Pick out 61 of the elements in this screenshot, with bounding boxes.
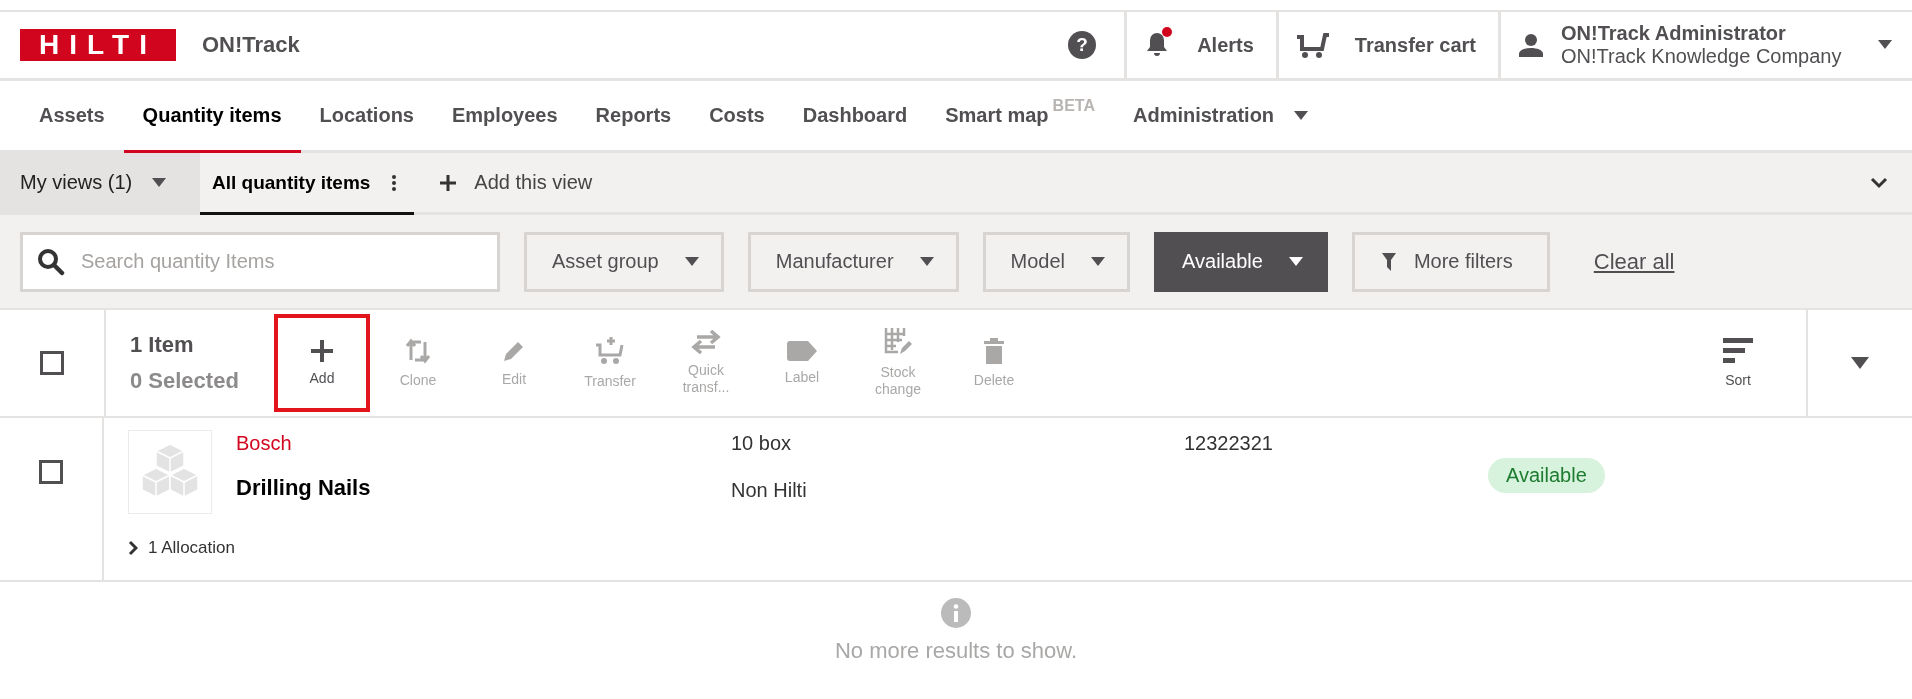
user-name: ON!Track Administrator — [1561, 22, 1787, 45]
app-name: ON!Track — [202, 32, 300, 58]
more-icon — [392, 173, 397, 192]
caret-icon — [919, 256, 934, 267]
plus-icon — [311, 339, 333, 362]
filter-dropdown[interactable]: Model — [982, 231, 1131, 292]
info-icon — [941, 598, 971, 628]
trash-icon — [984, 337, 1004, 364]
tag-icon — [787, 340, 817, 361]
selected-count: 0 Selected — [130, 368, 240, 394]
nav-tab[interactable]: Costs — [690, 81, 784, 153]
caret-icon[interactable] — [1851, 356, 1869, 370]
crop-arrows-icon — [405, 337, 431, 364]
sort-button[interactable]: Sort — [1690, 310, 1786, 416]
filter-dropdown[interactable]: Manufacturer — [747, 231, 959, 292]
no-results-message: No more results to show. — [834, 638, 1078, 664]
cart-icon — [1294, 31, 1331, 59]
caret-icon — [1091, 256, 1106, 267]
caret-icon[interactable] — [1878, 40, 1892, 50]
my-views-dropdown[interactable]: My views (1) — [0, 153, 200, 212]
item-count: 1 Item — [130, 332, 195, 358]
nav-tab[interactable]: Locations — [300, 81, 433, 153]
grid-pencil-icon — [884, 328, 912, 357]
clear-all-link[interactable]: Clear all — [1593, 248, 1675, 275]
nav-tab[interactable]: Reports — [576, 81, 691, 153]
allocation-toggle[interactable]: 1 Allocation — [128, 538, 235, 558]
caret-icon — [1288, 256, 1303, 267]
brand-text: Non Hilti — [731, 479, 808, 502]
caret-icon — [152, 177, 167, 188]
add-view-button[interactable]: Add this view — [440, 153, 593, 212]
filter-dropdown[interactable]: Asset group — [524, 231, 724, 292]
select-all-checkbox[interactable] — [40, 351, 64, 375]
nav-tab[interactable]: Dashboard — [783, 81, 927, 153]
help-icon[interactable]: ? — [1068, 31, 1097, 59]
manufacturer-name: Bosch — [236, 432, 293, 455]
sort-icon — [1723, 337, 1753, 364]
toolbar-button[interactable]: Add — [274, 314, 370, 412]
swap-arrows-icon — [691, 330, 721, 355]
status-badge: Available — [1488, 458, 1605, 493]
nav-tab[interactable]: Assets — [20, 81, 124, 153]
user-icon — [1519, 33, 1543, 57]
row-checkbox[interactable] — [39, 460, 63, 484]
item-number: 12322321 — [1184, 432, 1273, 454]
nav-tab[interactable]: Administration — [1113, 81, 1328, 153]
filter-dropdown[interactable]: Available — [1154, 231, 1328, 292]
nav-tab[interactable]: Employees — [433, 81, 577, 153]
funnel-icon — [1381, 252, 1396, 271]
alerts-button[interactable]: Alerts — [1124, 12, 1276, 78]
cart-plus-icon — [595, 336, 625, 365]
logo: HILTI — [20, 29, 176, 61]
nav-tab[interactable]: Smart map $^{BETA}$ — [926, 81, 1114, 153]
plus-icon — [440, 174, 457, 191]
quantity-text: 10 box — [731, 432, 793, 455]
more-filters-button[interactable]: More filters — [1351, 231, 1550, 292]
chevron-down-icon[interactable] — [1870, 176, 1888, 189]
transfer-cart-button[interactable]: Transfer cart — [1275, 12, 1498, 78]
caret-icon — [684, 256, 699, 267]
company-name: ON!Track Knowledge Company — [1561, 45, 1842, 68]
item-name: Drilling Nails — [236, 475, 372, 501]
search-field[interactable]: Search quantity Items — [20, 231, 500, 292]
chevron-right-icon — [128, 540, 138, 556]
